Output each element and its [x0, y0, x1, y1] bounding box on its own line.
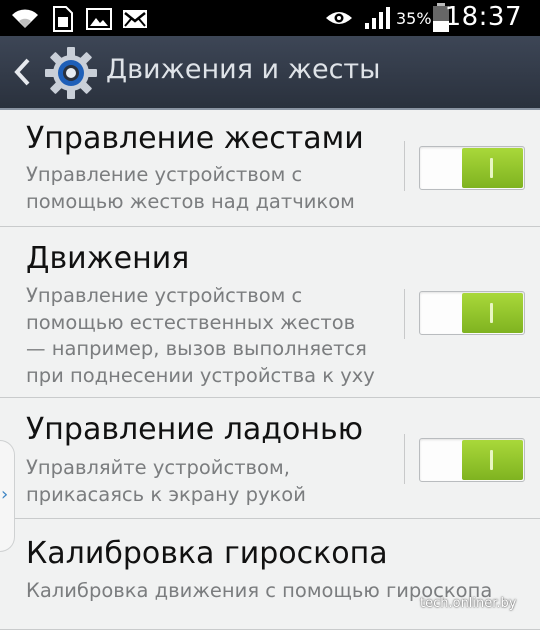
back-chevron-icon[interactable] — [12, 57, 32, 87]
signal-icon — [365, 7, 390, 29]
divider — [404, 289, 405, 339]
eye-icon — [326, 12, 352, 24]
toggle-knob — [462, 440, 523, 480]
toggle-knob — [462, 293, 523, 333]
chevron-right-icon: › — [1, 484, 9, 505]
divider — [404, 141, 405, 191]
setting-title: Управление ладонью — [26, 412, 363, 447]
setting-description: Управляйте устройством, прикасаясь к экр… — [26, 456, 306, 506]
setting-palm-motion[interactable]: Управление ладонью Управляйте устройство… — [0, 398, 540, 519]
palm-motion-toggle[interactable] — [419, 438, 525, 482]
setting-title: Управление жестами — [26, 121, 364, 156]
watermark: tech.onliner.by — [420, 596, 517, 611]
setting-gesture-control[interactable]: Управление жестами Управление устройство… — [0, 109, 540, 227]
mail-icon — [123, 10, 147, 28]
settings-gear-icon[interactable] — [44, 46, 98, 100]
gesture-control-toggle[interactable] — [419, 146, 525, 190]
clock: 18:37 — [444, 2, 522, 32]
setting-gyroscope-calibration[interactable]: Калибровка гироскопа Калибровка движения… — [0, 519, 540, 630]
action-bar: Движения и жесты — [0, 36, 540, 110]
toggle-knob — [462, 148, 523, 188]
motion-toggle[interactable] — [419, 291, 525, 335]
page-title: Движения и жесты — [106, 54, 381, 85]
setting-title: Калибровка гироскопа — [26, 536, 388, 571]
sim-icon — [53, 6, 73, 32]
setting-motion[interactable]: Движения Управление устройством с помощь… — [0, 227, 540, 398]
side-panel-handle[interactable]: › — [0, 440, 15, 552]
wifi-icon — [12, 9, 38, 28]
setting-description: Управление устройством с помощью естеств… — [26, 284, 375, 387]
divider — [404, 434, 405, 484]
setting-title: Движения — [26, 241, 190, 276]
setting-description: Управление устройством с помощью жестов … — [26, 163, 355, 213]
gallery-icon — [86, 8, 112, 30]
battery-percent: 35% — [396, 9, 432, 28]
status-bar: 35% 18:37 — [0, 0, 540, 36]
